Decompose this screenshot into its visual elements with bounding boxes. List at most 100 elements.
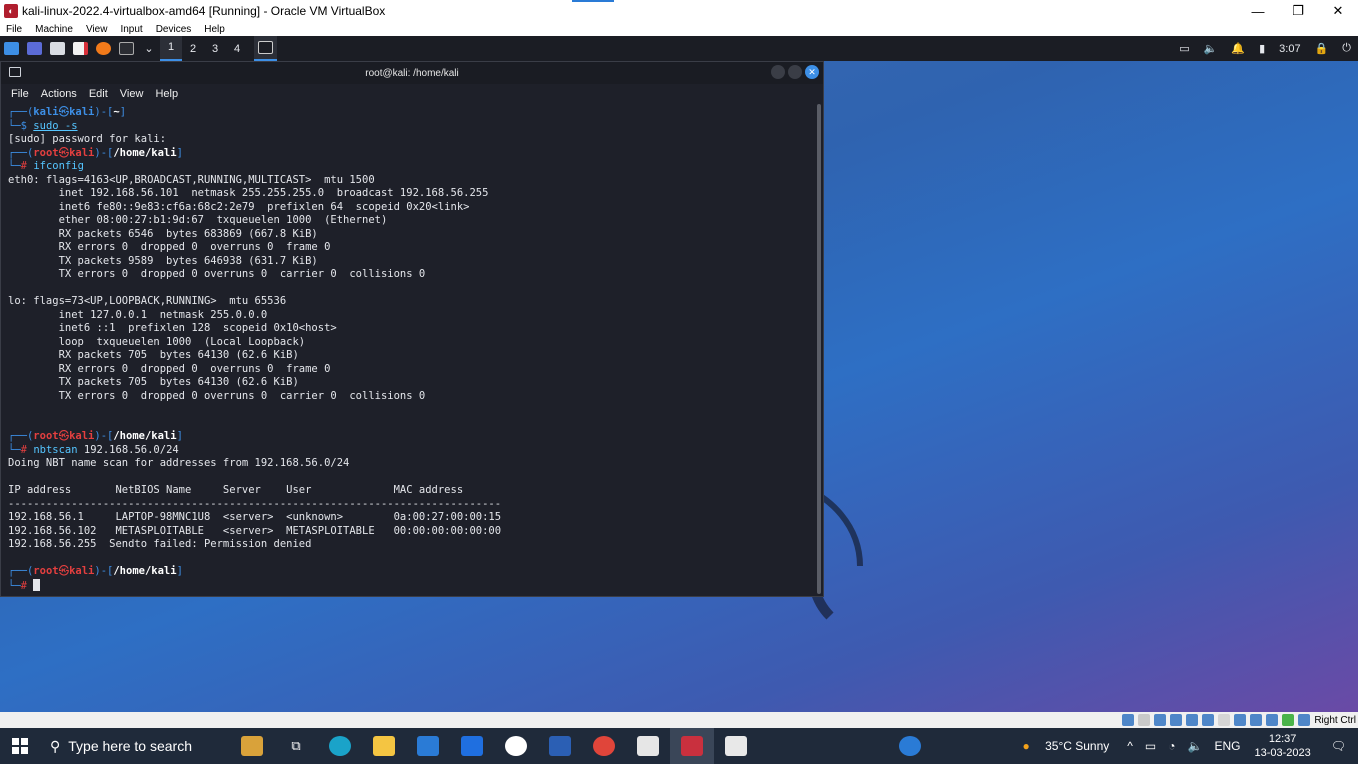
- hdd-icon[interactable]: [1122, 714, 1135, 726]
- network-icon[interactable]: [1170, 714, 1183, 726]
- panel-clock[interactable]: 3:07: [1272, 43, 1307, 55]
- firefox-icon: [96, 42, 111, 55]
- terminal-menu-actions[interactable]: Actions: [35, 88, 83, 100]
- terminal-output-line: TX errors 0 dropped 0 overruns 0 carrier…: [8, 389, 426, 402]
- terminal-menu-view[interactable]: View: [114, 88, 150, 100]
- chrome-button[interactable]: [582, 728, 626, 764]
- volume-icon[interactable]: 🔈: [1197, 42, 1225, 55]
- battery-icon[interactable]: ▭: [1139, 739, 1162, 753]
- optical-drive-icon[interactable]: [1138, 714, 1151, 726]
- panel-tray: ▭ 🔈 🔔 ▮ 3:07 🔒 ⏻: [1172, 42, 1358, 55]
- terminal-launcher-button[interactable]: [115, 36, 138, 61]
- text-editor-button[interactable]: [69, 36, 92, 61]
- search-highlight-button[interactable]: [230, 728, 274, 764]
- terminal-minimize-button[interactable]: [771, 65, 785, 79]
- minimize-button[interactable]: —: [1238, 0, 1278, 22]
- workspace-2[interactable]: 2: [182, 43, 204, 55]
- maximize-button[interactable]: ❐: [1278, 0, 1318, 22]
- mail-button[interactable]: [406, 728, 450, 764]
- language-indicator[interactable]: ENG: [1208, 739, 1246, 753]
- screen-icon[interactable]: ▭: [1172, 42, 1196, 55]
- audio-icon[interactable]: [1154, 714, 1167, 726]
- terminal-menu-file[interactable]: File: [5, 88, 35, 100]
- guest-additions-icon[interactable]: [1282, 714, 1295, 726]
- menu-devices[interactable]: Devices: [150, 24, 199, 35]
- terminal-output-line: RX packets 6546 bytes 683869 (667.8 KiB): [8, 227, 318, 240]
- terminal-output-line: eth0: flags=4163<UP,BROADCAST,RUNNING,MU…: [8, 173, 375, 186]
- menu-view[interactable]: View: [80, 24, 115, 35]
- terminal-scrollbar[interactable]: [817, 104, 821, 594]
- nbtscan-output: Doing NBT name scan for addresses from 1…: [8, 457, 816, 552]
- close-button[interactable]: ✕: [1318, 0, 1358, 22]
- menu-input[interactable]: Input: [114, 24, 149, 35]
- usb-icon[interactable]: [1186, 714, 1199, 726]
- volume-icon[interactable]: 🔈: [1182, 739, 1209, 753]
- virtualbox-app-icon: ◐: [4, 4, 18, 18]
- terminal-output-line: RX errors 0 dropped 0 overruns 0 frame 0: [8, 362, 331, 375]
- edge-icon: [329, 736, 351, 756]
- command-line: └─# ifconfig: [8, 160, 84, 172]
- menu-help[interactable]: Help: [198, 24, 232, 35]
- github-button[interactable]: [494, 728, 538, 764]
- kali-vm-button[interactable]: [670, 728, 714, 764]
- terminal-window[interactable]: root@kali: /home/kali ✕ File Actions Edi…: [0, 61, 824, 597]
- root-prompt-line: ┌──(root㉿kali)-[/home/kali]: [8, 146, 183, 159]
- display-icon[interactable]: [1218, 714, 1231, 726]
- shared-folders-icon[interactable]: [1202, 714, 1215, 726]
- wifi-icon[interactable]: ◔: [1162, 739, 1181, 753]
- power-icon[interactable]: ⏻: [1335, 42, 1358, 55]
- taskbar-terminal-window[interactable]: [254, 36, 277, 61]
- kali-menu-button[interactable]: [0, 36, 23, 61]
- taskbar-search-box[interactable]: ⚲ Type here to search: [40, 728, 230, 764]
- kali-panel: ⌄ 1 2 3 4 ▭ 🔈 🔔 ▮ 3:07 🔒 ⏻: [0, 36, 1358, 61]
- terminal-titlebar[interactable]: root@kali: /home/kali ✕: [1, 62, 823, 84]
- file-explorer-button[interactable]: [362, 728, 406, 764]
- weather-text: 35°C Sunny: [1045, 739, 1110, 753]
- show-desktop-button[interactable]: [23, 36, 46, 61]
- lock-icon[interactable]: 🔒: [1308, 42, 1336, 55]
- terminal-output-line: RX errors 0 dropped 0 overruns 0 frame 0: [8, 241, 331, 253]
- workspace-4[interactable]: 4: [226, 43, 248, 55]
- search-highlight-icon: [241, 736, 263, 756]
- start-button[interactable]: [0, 728, 40, 764]
- chrome-icon: [593, 736, 615, 756]
- firefox-button[interactable]: [92, 36, 115, 61]
- edge-button[interactable]: [318, 728, 362, 764]
- file-manager-button[interactable]: [46, 36, 69, 61]
- word-icon: [549, 736, 571, 756]
- photos-button[interactable]: [714, 728, 758, 764]
- terminal-maximize-button[interactable]: [788, 65, 802, 79]
- keyboard-capture-icon[interactable]: [1298, 714, 1311, 726]
- active-command-line[interactable]: └─#: [8, 578, 816, 594]
- terminal-menu-help[interactable]: Help: [149, 88, 184, 100]
- virtualbox-manager-button[interactable]: [626, 728, 670, 764]
- battery-icon[interactable]: ▮: [1252, 42, 1272, 55]
- clock-time: 12:37: [1268, 733, 1297, 745]
- mouse-integration-icon[interactable]: [1266, 714, 1279, 726]
- weather-widget[interactable]: ● 35°C Sunny: [1011, 739, 1122, 753]
- guest-desktop: ⌄ 1 2 3 4 ▭ 🔈 🔔 ▮ 3:07 🔒 ⏻ root@kali: /h…: [0, 36, 1358, 712]
- notification-center-icon[interactable]: 🗨: [1319, 739, 1358, 753]
- taskbar-clock[interactable]: 12:37 13-03-2023: [1246, 732, 1318, 760]
- menu-file[interactable]: File: [0, 24, 29, 35]
- dropbox-button[interactable]: [450, 728, 494, 764]
- terminal-menu-edit[interactable]: Edit: [83, 88, 114, 100]
- cpu-icon[interactable]: [1250, 714, 1263, 726]
- notification-bell-icon[interactable]: 🔔: [1224, 42, 1252, 55]
- help-button[interactable]: [888, 728, 932, 764]
- terminal-output-line: Doing NBT name scan for addresses from 1…: [8, 457, 350, 469]
- menu-machine[interactable]: Machine: [29, 24, 80, 35]
- photos-icon: [725, 736, 747, 756]
- terminal-output[interactable]: ┌──(kali㉿kali)-[~] └─$ sudo -s [sudo] pass…: [1, 104, 823, 594]
- task-view-button[interactable]: ⧉: [274, 728, 318, 764]
- terminal-close-button[interactable]: ✕: [805, 65, 819, 79]
- chevron-up-icon[interactable]: ^: [1121, 739, 1139, 753]
- workspace-1[interactable]: 1: [160, 36, 182, 61]
- word-button[interactable]: [538, 728, 582, 764]
- workspace-3[interactable]: 3: [204, 43, 226, 55]
- terminal-output-line: TX packets 705 bytes 64130 (62.6 KiB): [8, 376, 299, 388]
- video-capture-icon[interactable]: [1234, 714, 1247, 726]
- launcher-dropdown[interactable]: ⌄: [138, 36, 160, 61]
- focus-indicator: [572, 0, 614, 2]
- terminal-output-line: 192.168.56.255 Sendto failed: Permission…: [8, 538, 312, 550]
